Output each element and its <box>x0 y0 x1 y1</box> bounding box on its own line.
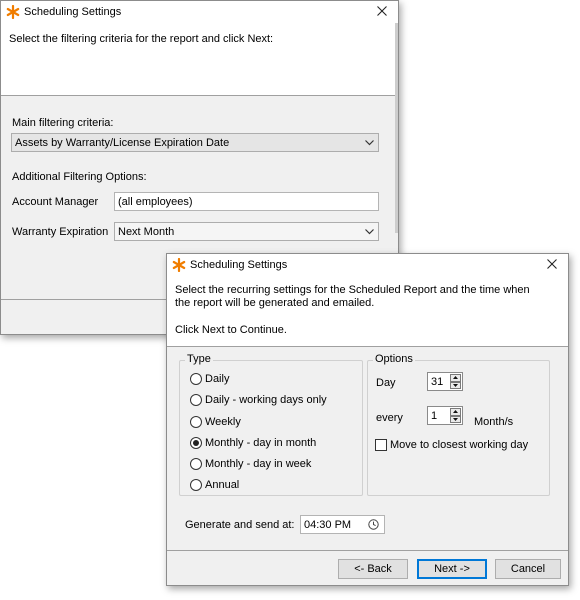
chevron-down-icon <box>363 226 375 238</box>
main-filter-value: Assets by Warranty/License Expiration Da… <box>15 136 230 149</box>
options-group-legend: Options <box>373 353 415 365</box>
generate-time-label: Generate and send at: <box>185 519 295 531</box>
title-bar[interactable]: Scheduling Settings <box>1 1 398 23</box>
close-icon[interactable] <box>544 256 560 272</box>
clock-icon[interactable] <box>368 519 379 533</box>
stepper-down-icon[interactable] <box>450 381 461 389</box>
radio-button[interactable] <box>190 394 202 406</box>
day-stepper[interactable]: 31 <box>427 372 463 391</box>
close-icon[interactable] <box>374 3 390 19</box>
separator <box>167 346 568 347</box>
checkbox-box[interactable] <box>375 439 387 451</box>
day-value: 31 <box>431 375 444 388</box>
radio-daily-working-days[interactable]: Daily - working days only <box>190 394 327 406</box>
instruction-line-2: the report will be generated and emailed… <box>175 297 375 309</box>
scrollbar[interactable] <box>395 23 398 233</box>
asterisk-app-icon <box>6 5 20 19</box>
instruction-pane: Select the filtering criteria for the re… <box>1 23 398 95</box>
time-value: 04:30 PM <box>304 518 352 531</box>
footer-separator <box>167 550 568 551</box>
instruction-pane: Select the recurring settings for the Sc… <box>167 276 568 346</box>
radio-label: Weekly <box>205 416 241 428</box>
month-unit-label: Month/s <box>474 416 514 428</box>
radio-label: Daily <box>205 373 230 385</box>
radio-weekly[interactable]: Weekly <box>190 416 241 428</box>
day-label: Day <box>376 377 396 389</box>
asterisk-app-icon <box>172 258 186 272</box>
account-manager-label: Account Manager <box>12 196 99 208</box>
type-group-legend: Type <box>185 353 213 365</box>
radio-annual[interactable]: Annual <box>190 479 239 491</box>
radio-button[interactable] <box>190 416 202 428</box>
time-picker[interactable]: 04:30 PM <box>300 515 385 534</box>
recurrence-settings-window: Scheduling Settings Select the recurring… <box>166 253 569 586</box>
warranty-expiration-value: Next Month <box>118 225 175 238</box>
next-button[interactable]: Next -> <box>417 559 487 579</box>
stepper-up-icon[interactable] <box>450 408 461 416</box>
chevron-down-icon <box>363 137 375 149</box>
radio-monthly-day-in-week[interactable]: Monthly - day in week <box>190 458 311 470</box>
separator <box>1 95 398 96</box>
radio-daily[interactable]: Daily <box>190 373 229 385</box>
checkbox-label: Move to closest working day <box>390 439 529 451</box>
every-stepper[interactable]: 1 <box>427 406 463 425</box>
closest-working-day-checkbox[interactable]: Move to closest working day <box>375 439 528 451</box>
warranty-expiration-dropdown[interactable]: Next Month <box>114 222 379 241</box>
main-filter-dropdown[interactable]: Assets by Warranty/License Expiration Da… <box>11 133 379 152</box>
window-title: Scheduling Settings <box>190 259 288 271</box>
instruction-text: Select the filtering criteria for the re… <box>9 33 274 45</box>
main-filter-label: Main filtering criteria: <box>12 117 114 129</box>
radio-button[interactable] <box>190 479 202 491</box>
back-button[interactable]: <- Back <box>338 559 408 579</box>
every-label: every <box>376 412 403 424</box>
window-title: Scheduling Settings <box>24 6 122 18</box>
account-manager-value: (all employees) <box>118 195 193 208</box>
stepper-down-icon[interactable] <box>450 415 461 423</box>
every-value: 1 <box>431 409 438 422</box>
radio-button[interactable] <box>190 373 202 385</box>
radio-label: Monthly - day in week <box>205 458 312 470</box>
instruction-line-1: Select the recurring settings for the Sc… <box>175 284 530 296</box>
radio-label: Annual <box>205 479 240 491</box>
radio-button[interactable] <box>190 458 202 470</box>
account-manager-field[interactable]: (all employees) <box>114 192 379 211</box>
radio-button-selected[interactable] <box>190 437 202 449</box>
radio-label: Daily - working days only <box>205 394 327 406</box>
instruction-line-3: Click Next to Continue. <box>175 324 287 336</box>
radio-monthly-day-in-month[interactable]: Monthly - day in month <box>190 437 316 449</box>
stepper-up-icon[interactable] <box>450 374 461 382</box>
radio-label: Monthly - day in month <box>205 437 317 449</box>
options-group: Options Day 31 every 1 Month/s Move to c… <box>367 353 550 496</box>
warranty-expiration-label: Warranty Expiration <box>12 226 109 238</box>
title-bar[interactable]: Scheduling Settings <box>167 254 568 276</box>
type-group: Type Daily Daily - working days only Wee… <box>179 353 363 496</box>
additional-options-label: Additional Filtering Options: <box>12 171 147 183</box>
cancel-button[interactable]: Cancel <box>495 559 561 579</box>
